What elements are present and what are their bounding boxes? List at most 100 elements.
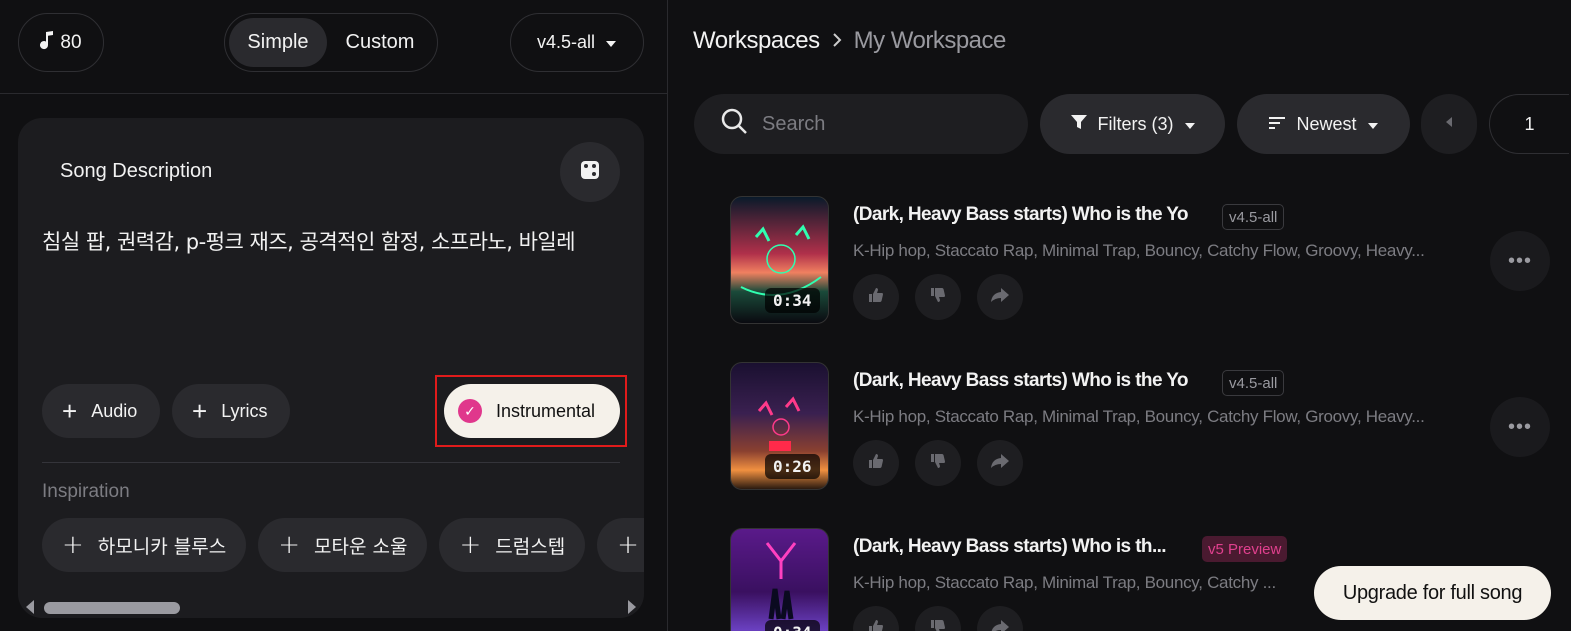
ellipsis-icon: ••• <box>1507 249 1532 272</box>
song-tags: K-Hip hop, Staccato Rap, Minimal Trap, B… <box>853 241 1425 260</box>
filters-button[interactable]: Filters (3) <box>1040 94 1225 154</box>
like-button[interactable] <box>853 440 899 486</box>
share-button[interactable] <box>977 440 1023 486</box>
inspiration-chip[interactable]: + 모타운 소울 <box>258 518 428 572</box>
mode-toggle: Simple Custom <box>224 13 438 72</box>
dislike-button[interactable] <box>915 274 961 320</box>
thumbs-up-icon <box>867 452 885 475</box>
song-row[interactable]: 0:26 (Dark, Heavy Bass starts) Who is th… <box>730 362 1570 492</box>
like-button[interactable] <box>853 274 899 320</box>
funnel-icon <box>1070 113 1088 136</box>
sort-dropdown[interactable]: Newest <box>1237 94 1410 154</box>
chevron-down-icon <box>1184 114 1196 135</box>
instrumental-toggle[interactable]: ✓ Instrumental <box>444 384 620 438</box>
song-title[interactable]: (Dark, Heavy Bass starts) Who is the Yo <box>853 370 1189 392</box>
add-audio-button[interactable]: + Audio <box>42 384 160 438</box>
inspiration-chips: + 하모니카 블루스 + 모타운 소울 + 드럼스텝 +드 <box>42 518 644 572</box>
instrumental-label: Instrumental <box>496 400 596 421</box>
chevron-right-icon <box>832 28 842 54</box>
more-options-button[interactable]: ••• <box>1490 231 1550 291</box>
share-icon <box>990 452 1010 475</box>
custom-mode-button[interactable]: Custom <box>327 18 433 67</box>
breadcrumb: Workspaces My Workspace <box>693 27 1006 55</box>
workspace-panel: Workspaces My Workspace Search Filters (… <box>669 0 1571 631</box>
dislike-button[interactable] <box>915 606 961 631</box>
add-lyrics-label: Lyrics <box>221 400 268 421</box>
search-icon <box>720 107 748 141</box>
card-title: Song Description <box>60 160 213 182</box>
sort-icon <box>1268 114 1286 135</box>
inspiration-chip[interactable]: +드 <box>597 518 644 572</box>
thumbs-up-icon <box>867 286 885 309</box>
create-panel: 80 Simple Custom v4.5-all Song Descripti… <box>0 0 668 631</box>
add-audio-label: Audio <box>91 400 138 421</box>
prev-page-button[interactable] <box>1421 94 1477 154</box>
song-tags: K-Hip hop, Staccato Rap, Minimal Trap, B… <box>853 407 1425 426</box>
thumbs-up-icon <box>867 618 885 631</box>
song-description-input[interactable]: 침실 팝, 권력감, p-펑크 재즈, 공격적인 함정, 소프라노, 바일레 <box>42 226 576 256</box>
song-actions <box>853 606 1023 631</box>
chevron-down-icon <box>605 32 617 53</box>
inspiration-chip[interactable]: + 드럼스텝 <box>439 518 586 572</box>
thumbs-down-icon <box>929 618 947 631</box>
model-version-label: v4.5-all <box>536 32 596 52</box>
search-placeholder: Search <box>762 112 826 135</box>
scroll-right-arrow-icon[interactable] <box>628 600 636 614</box>
upgrade-button[interactable]: Upgrade for full song <box>1314 566 1551 620</box>
credits-button[interactable]: 80 <box>18 13 104 72</box>
song-row[interactable]: 0:34 (Dark, Heavy Bass starts) Who is th… <box>730 196 1570 326</box>
share-icon <box>990 618 1010 631</box>
version-badge: v5 Preview <box>1202 536 1288 562</box>
song-title[interactable]: (Dark, Heavy Bass starts) Who is th... <box>853 536 1167 558</box>
plus-icon: + <box>62 530 84 560</box>
like-button[interactable] <box>853 606 899 631</box>
song-title[interactable]: (Dark, Heavy Bass starts) Who is the Yo <box>853 204 1189 226</box>
dice-icon <box>580 160 600 185</box>
plus-icon: + <box>459 530 482 560</box>
filters-label: Filters (3) <box>1097 113 1174 134</box>
page-number[interactable]: 1 <box>1489 94 1569 154</box>
sort-label: Newest <box>1296 113 1357 134</box>
check-icon: ✓ <box>458 399 482 423</box>
inspiration-chip-label: 모타운 소울 <box>314 535 408 558</box>
version-badge: v4.5-all <box>1222 370 1285 396</box>
song-actions <box>853 274 1023 320</box>
more-options-button[interactable]: ••• <box>1490 397 1550 457</box>
divider <box>42 462 620 463</box>
plus-icon: + <box>62 396 78 426</box>
horizontal-scrollbar[interactable] <box>18 596 644 618</box>
simple-mode-button[interactable]: Simple <box>229 18 327 67</box>
chevron-down-icon <box>1367 114 1379 135</box>
random-prompt-button[interactable] <box>560 142 620 202</box>
thumbs-down-icon <box>929 286 947 309</box>
inspiration-label: Inspiration <box>42 481 130 502</box>
plus-icon: + <box>192 396 208 426</box>
song-actions <box>853 440 1023 486</box>
music-note-icon <box>40 30 54 56</box>
model-version-dropdown[interactable]: v4.5-all <box>510 13 644 72</box>
song-tags: K-Hip hop, Staccato Rap, Minimal Trap, B… <box>853 573 1276 592</box>
breadcrumb-workspaces[interactable]: Workspaces <box>693 27 820 55</box>
version-badge: v4.5-all <box>1222 204 1285 230</box>
plus-icon: + <box>278 530 300 560</box>
song-duration: 0:26 <box>765 454 820 479</box>
song-thumbnail[interactable]: 0:34 <box>730 528 829 631</box>
thumbs-down-icon <box>929 452 947 475</box>
inspiration-chip-label: 드럼스텝 <box>495 535 566 558</box>
song-thumbnail[interactable]: 0:26 <box>730 362 829 490</box>
scroll-left-arrow-icon[interactable] <box>26 600 34 614</box>
song-duration: 0:34 <box>765 620 820 631</box>
song-duration: 0:34 <box>765 288 820 313</box>
share-button[interactable] <box>977 274 1023 320</box>
chevron-left-icon <box>1445 115 1453 133</box>
song-thumbnail[interactable]: 0:34 <box>730 196 829 324</box>
ellipsis-icon: ••• <box>1507 415 1532 438</box>
share-button[interactable] <box>977 606 1023 631</box>
share-icon <box>990 286 1010 309</box>
dislike-button[interactable] <box>915 440 961 486</box>
search-input[interactable]: Search <box>694 94 1028 154</box>
inspiration-chip[interactable]: + 하모니카 블루스 <box>42 518 247 572</box>
divider <box>0 93 667 94</box>
scroll-thumb[interactable] <box>44 602 180 614</box>
add-lyrics-button[interactable]: + Lyrics <box>172 384 290 438</box>
